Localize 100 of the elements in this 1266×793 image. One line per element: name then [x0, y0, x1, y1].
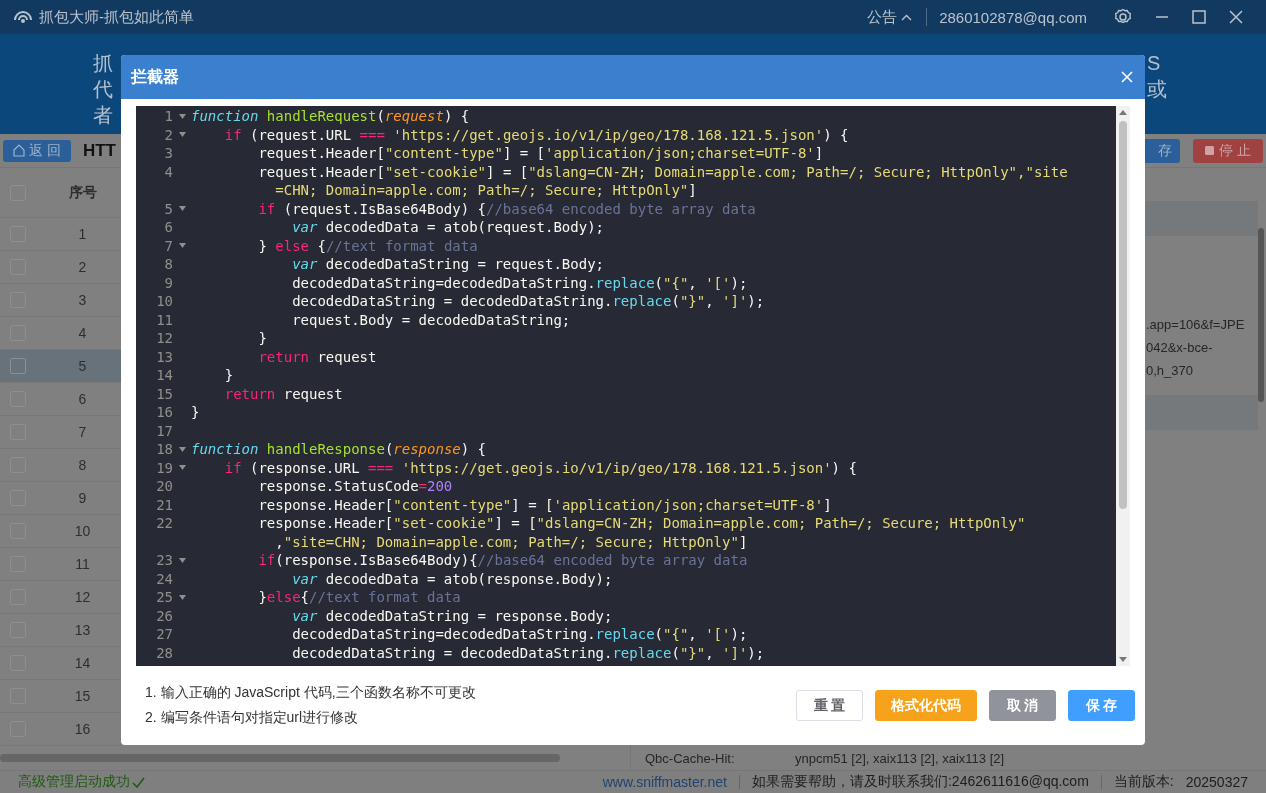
table-cell-text: 6 [77, 391, 88, 407]
status-message: 高级管理启动成功 [18, 773, 130, 791]
fold-arrow-icon[interactable] [178, 206, 186, 212]
fold-arrow-icon[interactable] [178, 243, 186, 249]
code-line: response.Header["content-type"] = ['application/json;charset=UTF-8'] [257, 495, 832, 514]
line-number: 16 [155, 403, 173, 422]
scroll-down-icon[interactable] [1119, 657, 1127, 662]
line-number: 23 [155, 551, 173, 570]
line-number: 9 [163, 273, 173, 292]
code-line: =CHN; Domain=apple.com; Path=/; Secure; HttpOnly"] [274, 181, 697, 200]
checkbox[interactable] [10, 358, 26, 374]
code-line: if (response.URL === 'https://get.geojs.io/v1/ip/geo/178.168.121.5.json') { [223, 458, 857, 477]
scrollbar-thumb[interactable] [1119, 121, 1127, 509]
banner-text: 或 [1147, 76, 1167, 102]
detail-text: 0,h_370 [1146, 362, 1194, 380]
line-number: 2 [163, 125, 173, 144]
settings-icon[interactable] [1114, 8, 1132, 26]
home-icon [13, 144, 25, 157]
table-cell-text: 8 [77, 457, 88, 473]
code-line: decodedDataString = decodedDataString.replace("}", ']'); [291, 292, 765, 311]
header-name: Qbc-Cache-Hit: [645, 750, 736, 768]
scrollbar-thumb[interactable] [0, 754, 560, 762]
code-line: } [257, 329, 267, 348]
line-number: 24 [155, 569, 173, 588]
close-icon[interactable] [1229, 10, 1243, 24]
code-line: function handleResponse(response) { [191, 440, 487, 459]
detail-text: .app=106&f=JPE [1146, 316, 1246, 334]
fold-arrow-icon[interactable] [178, 113, 186, 119]
app-title: 抓包大师-抓包如此简单 [39, 7, 195, 27]
banner-text: 代 [93, 76, 114, 102]
code-line: var decodedDataString = request.Body; [291, 255, 604, 274]
table-cell-text: 13 [73, 622, 92, 638]
dialog-title: 拦截器 [131, 66, 180, 87]
code-line: ,"site=CHN; Domain=apple.com; Path=/; Secure; HttpOnly"] [274, 532, 748, 551]
code-line: function handleRequest(request) { [191, 107, 470, 126]
scroll-up-icon[interactable] [1119, 110, 1127, 115]
panel-title: HTT [82, 140, 116, 161]
code-line: response.StatusCode=200 [257, 477, 453, 496]
reset-button[interactable]: 重 置 [796, 690, 863, 721]
line-number: 3 [163, 144, 173, 163]
code-line: } else {//text format data [257, 236, 478, 255]
table-cell-text: 16 [73, 721, 92, 737]
format-code-button[interactable]: 格式化代码 [875, 690, 977, 721]
code-line: var decodedData = atob(response.Body); [291, 569, 613, 588]
table-cell-text: 11 [74, 556, 91, 572]
line-number: 5 [163, 199, 173, 218]
code-line: } [191, 403, 200, 422]
scrollbar-thumb[interactable] [1258, 228, 1264, 402]
code-line: decodedDataString=decodedDataString.replace("{", '['); [291, 625, 748, 644]
line-number: 26 [155, 606, 173, 625]
column-header: 序号 [67, 183, 98, 202]
version-label: 当前版本: [1113, 773, 1174, 791]
line-number: 18 [155, 440, 173, 459]
line-number: 22 [155, 514, 173, 533]
cancel-button[interactable]: 取 消 [989, 690, 1056, 721]
table-cell-text: 9 [77, 490, 88, 506]
fold-arrow-icon[interactable] [178, 446, 186, 452]
back-button[interactable]: 返 回 [3, 139, 71, 162]
stop-button[interactable]: 停 止 [1193, 138, 1263, 163]
table-cell-text: 10 [73, 523, 92, 539]
line-number: 4 [163, 162, 173, 181]
code-line: if (request.URL === 'https://get.geojs.io/v1/ip/geo/178.168.121.5.json') { [223, 125, 849, 144]
table-cell-text: 3 [77, 292, 88, 308]
save-button[interactable]: 保 存 [1068, 690, 1135, 721]
stop-icon [1205, 146, 1215, 155]
line-number: 11 [155, 310, 173, 329]
fold-arrow-icon[interactable] [178, 132, 186, 138]
notice-button[interactable]: 公告 [867, 7, 913, 27]
instruction-text: 1. 输入正确的 JavaScript 代码,三个函数名称不可更改 [145, 683, 476, 702]
code-line: } [223, 366, 234, 385]
table-row[interactable]: 5 [0, 350, 121, 383]
caret-up-icon [901, 13, 913, 21]
website-link[interactable]: www.sniffmaster.net [602, 774, 727, 790]
line-number: 6 [163, 218, 173, 237]
line-number: 19 [155, 458, 173, 477]
account-email[interactable]: 2860102878@qq.com [939, 8, 1087, 26]
line-number: 15 [155, 384, 173, 403]
fold-arrow-icon[interactable] [178, 465, 186, 471]
help-text: 如果需要帮助，请及时联系我们:2462611616@qq.com [751, 773, 1089, 791]
code-line: if(response.IsBase64Body){//base64 encoded byte array data [257, 551, 748, 570]
code-line: request.Header["content-type"] = ['application/json;charset=UTF-8'] [257, 144, 824, 163]
line-number: 21 [155, 495, 173, 514]
banner-text: 抓 [93, 50, 114, 76]
line-number: 17 [155, 421, 173, 440]
detail-text: 042&x-bce- [1146, 339, 1214, 357]
code-line: response.Header["set-cookie"] = ["dslang=CN-ZH; Domain=apple.com; Path=/; Secure; HttpOnly" [257, 514, 1026, 533]
fold-arrow-icon[interactable] [178, 594, 186, 600]
line-number: 12 [155, 329, 173, 348]
line-number: 13 [155, 347, 173, 366]
code-line: var decodedData = atob(request.Body); [291, 218, 604, 237]
code-line: if (request.IsBase64Body) {//base64 encoded byte array data [257, 199, 756, 218]
table-cell-text: 2 [77, 259, 88, 275]
line-number: 28 [155, 643, 173, 662]
line-number: 20 [155, 477, 173, 496]
code-line: var decodedDataString = response.Body; [291, 606, 613, 625]
fold-arrow-icon[interactable] [178, 557, 186, 563]
maximize-icon[interactable] [1192, 10, 1206, 24]
banner-text: 者 [93, 102, 114, 128]
table-cell-text: 12 [73, 589, 92, 605]
table-cell-text: 1 [77, 226, 88, 242]
